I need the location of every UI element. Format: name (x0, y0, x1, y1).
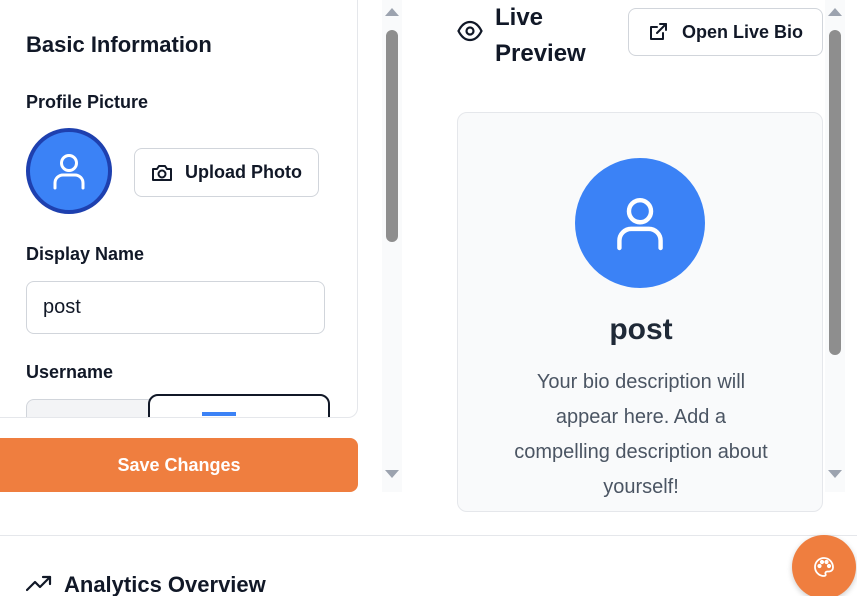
preview-bio-text: Your bio description will appear here. A… (514, 371, 768, 498)
palette-icon (814, 557, 834, 577)
upload-photo-label: Upload Photo (185, 162, 302, 182)
username-prefix (26, 399, 150, 417)
scroll-down-arrow-icon[interactable] (828, 470, 842, 478)
scroll-up-arrow-icon[interactable] (828, 8, 842, 16)
preview-scrollbar[interactable] (825, 0, 845, 492)
profile-picture-label: Profile Picture (26, 92, 149, 112)
external-link-icon (649, 23, 667, 40)
open-live-bio-button[interactable]: Open Live Bio (628, 8, 823, 56)
user-icon (53, 154, 85, 190)
trending-up-icon (26, 575, 52, 592)
analytics-overview-title: Analytics Overview (64, 572, 266, 596)
open-live-bio-label: Open Live Bio (681, 21, 804, 42)
scroll-down-arrow-icon[interactable] (385, 470, 399, 478)
editor-scroll-thumb[interactable] (386, 30, 398, 242)
app-screen: Basic Information Profile Picture Upload… (0, 0, 857, 596)
eye-icon (457, 20, 483, 42)
upload-photo-button[interactable]: Upload Photo (134, 148, 319, 197)
bio-preview-card: post Your bio description will appear he… (457, 112, 823, 512)
theme-palette-button[interactable] (792, 535, 856, 596)
live-preview-title: Live Preview (495, 4, 586, 67)
display-name-label: Display Name (26, 244, 145, 264)
editor-scrollbar[interactable] (382, 0, 402, 492)
preview-display-name: post (609, 313, 673, 346)
profile-editor-panel: Basic Information Profile Picture Upload… (0, 0, 358, 418)
display-name-input[interactable] (26, 281, 325, 334)
username-input[interactable] (148, 394, 330, 417)
preview-avatar (575, 158, 705, 288)
profile-avatar[interactable] (26, 128, 112, 214)
scroll-up-arrow-icon[interactable] (385, 8, 399, 16)
username-focus-indicator (202, 412, 236, 416)
save-changes-button[interactable]: Save Changes (0, 438, 358, 492)
section-divider (0, 535, 857, 536)
username-label: Username (26, 362, 114, 382)
section-title: Basic Information (26, 32, 212, 57)
preview-scroll-thumb[interactable] (829, 30, 841, 355)
camera-icon (152, 164, 172, 181)
user-icon (617, 198, 663, 251)
